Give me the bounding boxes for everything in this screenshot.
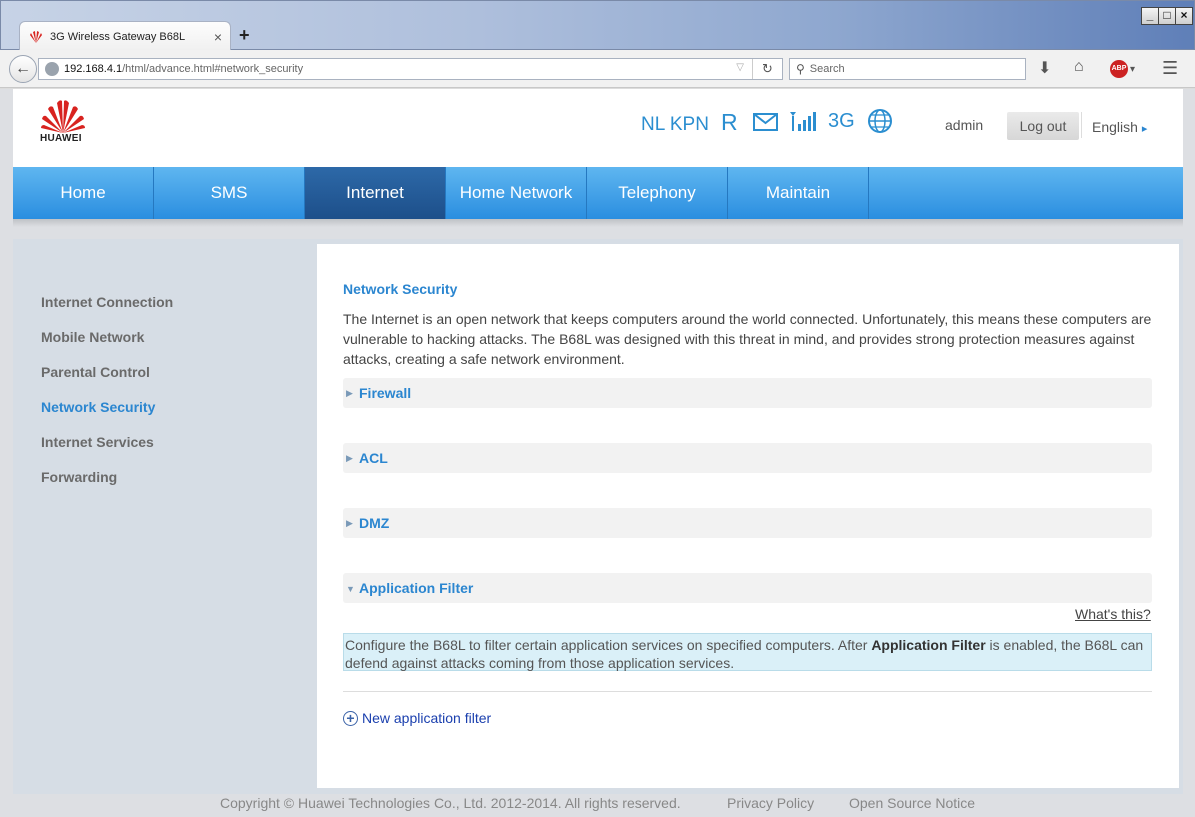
page-footer: Copyright © Huawei Technologies Co., Ltd… <box>0 795 1195 817</box>
section-label: ACL <box>359 450 388 466</box>
brand-name: HUAWEI <box>40 133 82 144</box>
tab-close-icon[interactable]: × <box>214 29 222 45</box>
site-info-icon[interactable] <box>45 62 59 76</box>
search-placeholder: Search <box>809 63 845 75</box>
maximize-button[interactable]: □ <box>1158 7 1176 25</box>
copyright-text: Copyright © Huawei Technologies Co., Ltd… <box>220 795 681 811</box>
section-dmz[interactable]: ▶ DMZ <box>343 508 1152 538</box>
sidebar-item-parental-control[interactable]: Parental Control <box>41 364 150 380</box>
logout-button[interactable]: Log out <box>1007 112 1079 140</box>
sidebar-item-mobile-network[interactable]: Mobile Network <box>41 329 144 345</box>
browser-navbar: ← 192.168.4.1 /html/advance.html#network… <box>0 50 1195 88</box>
search-icon: ⚲ <box>796 62 805 76</box>
language-label: English <box>1092 119 1138 135</box>
huawei-favicon-icon <box>30 30 42 43</box>
plus-icon: + <box>343 710 358 726</box>
nav-home[interactable]: Home <box>13 167 154 219</box>
nav-internet[interactable]: Internet <box>305 167 446 219</box>
router-page: HUAWEI NL KPN R 3G admin Log out English… <box>0 89 1195 817</box>
section-application-filter[interactable]: ▼ Application Filter <box>343 573 1152 603</box>
intro-text: The Internet is an open network that kee… <box>343 311 1152 367</box>
search-input[interactable]: ⚲ Search <box>789 58 1026 80</box>
info-text-bold: Application Filter <box>871 637 986 653</box>
section-label: Application Filter <box>359 580 474 596</box>
roaming-indicator: R <box>721 109 738 135</box>
home-icon[interactable]: ⌂ <box>1074 58 1084 76</box>
open-source-notice-link[interactable]: Open Source Notice <box>849 795 975 811</box>
internet-globe-icon <box>868 109 892 133</box>
header-divider <box>1081 112 1082 138</box>
sidebar-item-internet-services[interactable]: Internet Services <box>41 434 154 450</box>
download-icon[interactable]: ⬇ <box>1038 58 1051 78</box>
section-label: DMZ <box>359 515 390 531</box>
adblock-dropdown-icon[interactable]: ▾ <box>1130 64 1135 75</box>
privacy-policy-link[interactable]: Privacy Policy <box>727 795 814 811</box>
reload-icon[interactable]: ↻ <box>752 59 782 79</box>
main-panel: Network Security The Internet is an open… <box>317 244 1179 788</box>
new-filter-label: New application filter <box>362 710 492 726</box>
chevron-right-icon: ▶ <box>346 518 353 528</box>
chevron-right-icon: ▶ <box>346 388 353 398</box>
whats-this-link[interactable]: What's this? <box>1075 606 1151 622</box>
info-text-pre: Configure the B68L to filter certain app… <box>345 637 872 653</box>
operator-name: NL KPN <box>641 114 709 135</box>
nav-shadow <box>13 219 1183 227</box>
signal-strength-icon <box>790 112 816 131</box>
nav-home-network[interactable]: Home Network <box>446 167 587 219</box>
browser-titlebar: 3G Wireless Gateway B68L × + _ □ × <box>0 0 1195 51</box>
section-firewall[interactable]: ▶ Firewall <box>343 378 1152 408</box>
url-bar[interactable]: 192.168.4.1 /html/advance.html#network_s… <box>38 58 783 80</box>
content-area: Internet Connection Mobile Network Paren… <box>13 239 1183 794</box>
nav-sms[interactable]: SMS <box>154 167 305 219</box>
info-box: Configure the B68L to filter certain app… <box>343 633 1152 671</box>
tab-title: 3G Wireless Gateway B68L <box>50 30 186 43</box>
section-acl[interactable]: ▶ ACL <box>343 443 1152 473</box>
sidebar-item-internet-connection[interactable]: Internet Connection <box>41 294 173 310</box>
browser-tab[interactable]: 3G Wireless Gateway B68L × <box>19 21 231 51</box>
nav-maintain[interactable]: Maintain <box>728 167 869 219</box>
section-label: Firewall <box>359 385 412 401</box>
page-header: HUAWEI NL KPN R 3G admin Log out English… <box>13 89 1183 167</box>
url-dropdown-icon[interactable]: ▽ <box>736 62 744 73</box>
adblock-icon[interactable]: ABP <box>1110 60 1128 78</box>
sidebar-item-forwarding[interactable]: Forwarding <box>41 469 117 485</box>
chevron-down-icon: ▼ <box>346 584 355 594</box>
mail-icon[interactable] <box>753 113 778 131</box>
url-path: /html/advance.html#network_security <box>122 63 304 75</box>
chevron-right-icon: ▶ <box>346 453 353 463</box>
network-type: 3G <box>828 110 855 132</box>
nav-telephony[interactable]: Telephony <box>587 167 728 219</box>
username: admin <box>945 117 984 133</box>
chevron-right-icon: ▸ <box>1141 123 1148 135</box>
minimize-button[interactable]: _ <box>1141 7 1159 25</box>
back-button[interactable]: ← <box>9 55 37 83</box>
main-nav: Home SMS Internet Home Network Telephony… <box>13 167 1183 219</box>
page-title: Network Security <box>343 281 458 297</box>
divider <box>343 691 1152 692</box>
sidebar-item-network-security[interactable]: Network Security <box>41 399 155 415</box>
new-application-filter-button[interactable]: + New application filter <box>343 710 491 726</box>
language-selector[interactable]: English ▸ <box>1092 119 1147 135</box>
menu-icon[interactable]: ☰ <box>1162 58 1178 79</box>
url-host: 192.168.4.1 <box>64 63 123 75</box>
sidebar: Internet Connection Mobile Network Paren… <box>13 239 313 794</box>
close-window-button[interactable]: × <box>1175 7 1193 25</box>
new-tab-button[interactable]: + <box>239 25 250 46</box>
